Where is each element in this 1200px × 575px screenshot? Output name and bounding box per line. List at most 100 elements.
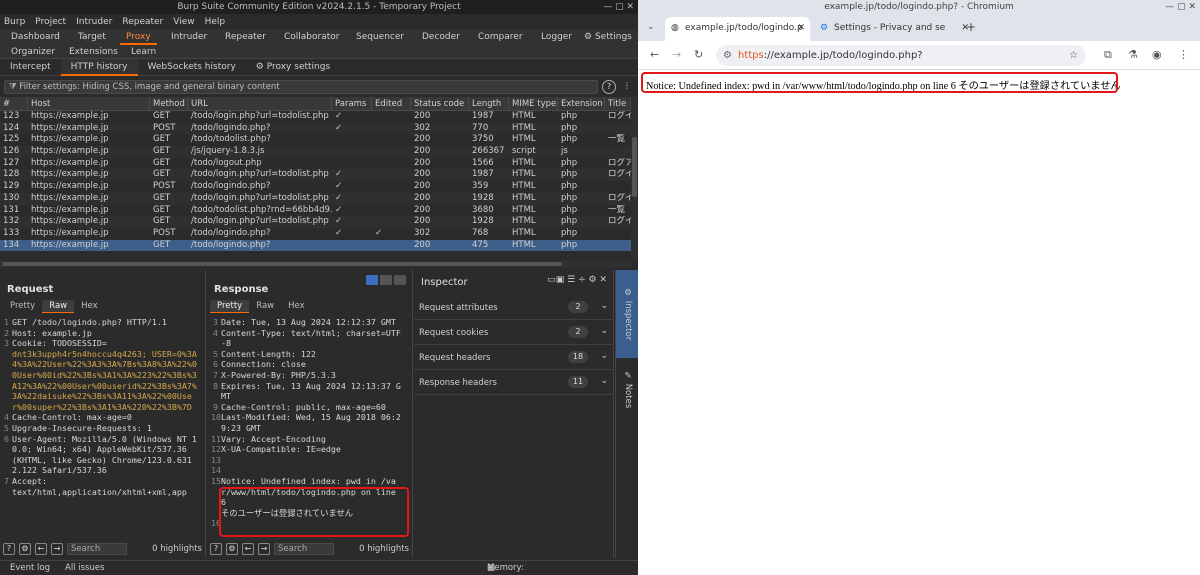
table-row[interactable]: 131 https://example.jp GET/todo/todolist.p… [0, 205, 631, 217]
col-number[interactable]: # [0, 97, 28, 110]
response-tab-hex[interactable]: Hex [281, 300, 312, 313]
menu-icon[interactable]: ⋮ [1178, 48, 1189, 61]
tab-learn[interactable]: Learn [131, 47, 156, 57]
chevron-down-icon[interactable]: ⌄ [600, 301, 608, 311]
response-tab-pretty[interactable]: Pretty [210, 300, 250, 313]
browser-tab-settings[interactable]: ⚙ Settings - Privacy and se ✕ [814, 17, 974, 41]
menu-project[interactable]: Project [35, 17, 66, 27]
tab-collaborator[interactable]: Collaborator [284, 32, 339, 42]
close-icon[interactable]: ✕ [599, 275, 607, 285]
subtab-websockets-history[interactable]: WebSockets history [138, 59, 246, 76]
col-host[interactable]: Host [28, 97, 150, 110]
subtab-http-history[interactable]: HTTP history [60, 58, 138, 76]
filter-settings[interactable]: ⧩ Filter settings: Hiding CSS, image and… [4, 80, 598, 94]
tab-proxy[interactable]: Proxy [120, 32, 157, 45]
col-title[interactable]: Title [605, 97, 631, 110]
col-url[interactable]: URL [188, 97, 332, 110]
collapse-icon[interactable]: ÷ [578, 275, 586, 285]
table-row[interactable]: 130 https://example.jp GET/todo/login.php?… [0, 192, 631, 205]
align-icon[interactable]: ☰ [567, 275, 575, 285]
col-edited[interactable]: Edited [372, 97, 411, 110]
subtab-intercept[interactable]: Intercept [0, 59, 61, 76]
request-tab-raw[interactable]: Raw [42, 300, 75, 313]
forward-arrow-icon[interactable]: → [672, 48, 681, 61]
bookmark-star-icon[interactable]: ☆ [1069, 45, 1078, 66]
layout-toggle[interactable] [366, 275, 406, 285]
chevron-down-icon[interactable]: ⌄ [600, 326, 608, 336]
gear-icon[interactable]: ⚙ [589, 275, 597, 285]
profile-icon[interactable]: ◉ [1152, 48, 1162, 61]
request-tab-pretty[interactable]: Pretty [3, 300, 42, 313]
window-controls[interactable]: — ▢ ✕ [1165, 0, 1196, 14]
tab-repeater[interactable]: Repeater [225, 32, 266, 42]
arrow-left-icon[interactable]: ← [242, 543, 254, 555]
chevron-down-icon[interactable]: ⌄ [600, 376, 608, 386]
request-tab-hex[interactable]: Hex [74, 300, 105, 313]
tab-decoder[interactable]: Decoder [422, 32, 460, 42]
tab-sequencer[interactable]: Sequencer [356, 32, 404, 42]
col-mime-type[interactable]: MIME type [509, 97, 558, 110]
request-search-input[interactable]: Search [67, 543, 127, 555]
chevron-down-icon[interactable]: ⌄ [600, 351, 608, 361]
more-icon[interactable]: ⋮ [620, 80, 634, 94]
back-arrow-icon[interactable]: ← [650, 48, 659, 61]
address-bar[interactable]: ⚙ https://example.jp/todo/logindo.php? ☆ [716, 45, 1086, 66]
table-row[interactable]: 125 https://example.jp GET/todo/todolist.p… [0, 134, 631, 146]
arrow-right-icon[interactable]: → [51, 543, 63, 555]
table-horizontal-scrollbar[interactable] [0, 261, 631, 267]
tab-organizer[interactable]: Organizer [11, 47, 55, 57]
gear-icon[interactable]: ⚙ [226, 543, 238, 555]
menu-help[interactable]: Help [205, 17, 226, 27]
sidebar-tab-notes[interactable]: ✎ Notes [616, 362, 639, 418]
request-editor[interactable]: 1 GET /todo/logindo.php? HTTP/1.1 2 Host: e… [2, 317, 197, 497]
col-params[interactable]: Params [332, 97, 372, 110]
response-search-input[interactable]: Search [274, 543, 334, 555]
help-icon[interactable]: ? [602, 80, 616, 94]
col-method[interactable]: Method [150, 97, 188, 110]
layout-icon[interactable]: ▭▣ [547, 275, 564, 285]
close-icon[interactable]: ✕ [797, 17, 805, 39]
site-info-icon[interactable]: ⚙ [723, 45, 732, 66]
gear-icon[interactable]: ⚙ [19, 543, 31, 555]
reload-icon[interactable]: ↻ [694, 48, 703, 61]
response-tab-raw[interactable]: Raw [249, 300, 281, 313]
new-tab-plus-icon[interactable]: + [966, 20, 976, 34]
menu-view[interactable]: View [173, 17, 194, 27]
table-row[interactable]: 127 https://example.jp GET/todo/logout.php… [0, 158, 631, 170]
col-status-code[interactable]: Status code [411, 97, 469, 110]
table-row[interactable]: 128 https://example.jp GET/todo/login.php?… [0, 169, 631, 182]
table-row[interactable]: 129 https://example.jp POST/todo/logindo.p… [0, 181, 631, 193]
table-vertical-scrollbar[interactable] [631, 97, 638, 261]
inspector-section[interactable]: Request cookies 2 ⌄ [414, 321, 614, 345]
table-row[interactable]: 123 https://example.jp GET/todo/login.php?… [0, 111, 631, 123]
table-row[interactable]: 124 https://example.jp POST/todo/logindo.p… [0, 122, 631, 135]
table-row[interactable]: 132 https://example.jp GET/todo/login.php?… [0, 216, 631, 228]
col-extension[interactable]: Extension [558, 97, 605, 110]
col-length[interactable]: Length [469, 97, 509, 110]
arrow-right-icon[interactable]: → [258, 543, 270, 555]
window-controls[interactable]: — ▢ ✕ [603, 0, 634, 14]
extensions-icon[interactable]: ⧉ [1104, 48, 1112, 62]
tab-target[interactable]: Target [78, 32, 106, 42]
table-row[interactable]: 126 https://example.jp GET/js/jquery-1.8.3… [0, 146, 631, 158]
help-icon[interactable]: ? [210, 543, 222, 555]
tab-intruder[interactable]: Intruder [171, 32, 207, 42]
menu-intruder[interactable]: Intruder [76, 17, 112, 27]
tab-search-icon[interactable]: ⌄ [647, 22, 655, 32]
tab-comparer[interactable]: Comparer [478, 32, 523, 42]
proxy-settings-button[interactable]: ⚙ Proxy settings [246, 59, 340, 76]
labs-icon[interactable]: ⚗ [1128, 48, 1138, 61]
browser-tab-example[interactable]: ◍ example.jp/todo/logindo.p ✕ [665, 17, 810, 41]
inspector-section[interactable]: Response headers 11 ⌄ [414, 371, 614, 395]
tab-dashboard[interactable]: Dashboard [11, 32, 60, 42]
event-log-link[interactable]: Event log [10, 561, 50, 575]
all-issues-link[interactable]: All issues [65, 561, 105, 575]
table-row[interactable]: 134 https://example.jp GET/todo/logindo.ph… [0, 239, 631, 252]
help-icon[interactable]: ? [3, 543, 15, 555]
arrow-left-icon[interactable]: ← [35, 543, 47, 555]
settings-button[interactable]: ⚙ Settings [584, 32, 632, 42]
tab-extensions[interactable]: Extensions [69, 47, 118, 57]
table-row[interactable]: 133 https://example.jp POST/todo/logindo.p… [0, 228, 631, 240]
sidebar-tab-inspector[interactable]: ⚙ Inspector [616, 270, 639, 358]
menu-burp[interactable]: Burp [4, 17, 25, 27]
